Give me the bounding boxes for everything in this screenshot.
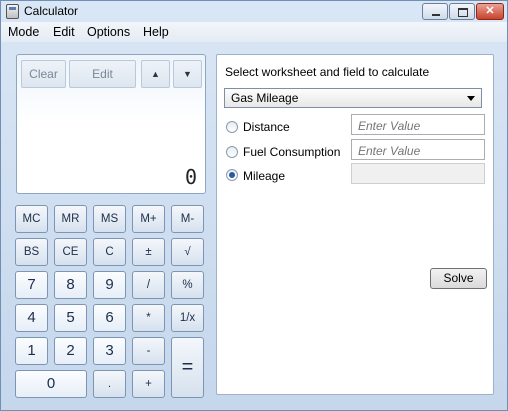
fuel-consumption-label: Fuel Consumption bbox=[243, 145, 341, 159]
title-bar[interactable]: Calculator ✕ bbox=[1, 1, 507, 22]
key-ms[interactable]: MS bbox=[93, 205, 126, 233]
menu-edit[interactable]: Edit bbox=[53, 25, 75, 39]
key-plus-minus[interactable]: ± bbox=[132, 238, 165, 266]
radio-fuel-consumption[interactable] bbox=[226, 146, 238, 158]
key-decimal[interactable]: . bbox=[93, 370, 126, 398]
display-value: 0 bbox=[184, 165, 197, 189]
key-reciprocal[interactable]: 1/x bbox=[171, 304, 204, 332]
maximize-icon bbox=[450, 4, 474, 19]
minimize-button[interactable] bbox=[422, 3, 448, 20]
key-multiply[interactable]: * bbox=[132, 304, 165, 332]
key-subtract[interactable]: - bbox=[132, 337, 165, 365]
solve-button[interactable]: Solve bbox=[430, 268, 487, 289]
key-4[interactable]: 4 bbox=[15, 304, 48, 332]
worksheet-select[interactable]: Gas Mileage bbox=[224, 88, 482, 108]
close-icon: ✕ bbox=[485, 5, 495, 17]
key-percent[interactable]: % bbox=[171, 271, 204, 299]
mileage-result-field bbox=[351, 163, 485, 184]
key-9[interactable]: 9 bbox=[93, 271, 126, 299]
key-2[interactable]: 2 bbox=[54, 337, 87, 365]
maximize-button[interactable] bbox=[449, 3, 475, 20]
calculator-app-icon bbox=[6, 4, 19, 19]
close-button[interactable]: ✕ bbox=[476, 3, 504, 20]
radio-distance[interactable] bbox=[226, 121, 238, 133]
key-backspace[interactable]: BS bbox=[15, 238, 48, 266]
dropdown-arrow-icon bbox=[467, 96, 475, 101]
key-add[interactable]: + bbox=[132, 370, 165, 398]
key-mc[interactable]: MC bbox=[15, 205, 48, 233]
key-3[interactable]: 3 bbox=[93, 337, 126, 365]
distance-input[interactable] bbox=[351, 114, 485, 135]
worksheet-selected-value: Gas Mileage bbox=[231, 91, 299, 105]
menu-mode[interactable]: Mode bbox=[8, 25, 39, 39]
key-divide[interactable]: / bbox=[132, 271, 165, 299]
key-6[interactable]: 6 bbox=[93, 304, 126, 332]
key-m-plus[interactable]: M+ bbox=[132, 205, 165, 233]
menu-options[interactable]: Options bbox=[87, 25, 130, 39]
calculator-panel: Clear Edit ▲ ▼ 0 MC MR MS M+ M- BS CE C … bbox=[7, 47, 207, 402]
history-down-button[interactable]: ▼ bbox=[173, 60, 202, 88]
key-8[interactable]: 8 bbox=[54, 271, 87, 299]
radio-mileage[interactable] bbox=[226, 169, 238, 181]
key-1[interactable]: 1 bbox=[15, 337, 48, 365]
calculator-window: Calculator ✕ Mode Edit Options Help Clea… bbox=[0, 0, 508, 411]
key-clear[interactable]: C bbox=[93, 238, 126, 266]
key-mr[interactable]: MR bbox=[54, 205, 87, 233]
minimize-icon bbox=[423, 4, 447, 19]
menu-bar: Mode Edit Options Help bbox=[1, 22, 507, 42]
key-equals[interactable]: = bbox=[171, 337, 204, 398]
key-7[interactable]: 7 bbox=[15, 271, 48, 299]
fuel-consumption-input[interactable] bbox=[351, 139, 485, 160]
worksheet-heading: Select worksheet and field to calculate bbox=[225, 65, 430, 79]
key-m-minus[interactable]: M- bbox=[171, 205, 204, 233]
worksheet-panel: Select worksheet and field to calculate … bbox=[216, 54, 494, 395]
arrow-up-icon: ▲ bbox=[151, 69, 160, 79]
calculator-display: Clear Edit ▲ ▼ 0 bbox=[16, 54, 206, 194]
key-5[interactable]: 5 bbox=[54, 304, 87, 332]
history-edit-button[interactable]: Edit bbox=[69, 60, 136, 88]
key-clear-entry[interactable]: CE bbox=[54, 238, 87, 266]
key-square-root[interactable]: √ bbox=[171, 238, 204, 266]
key-0[interactable]: 0 bbox=[15, 370, 87, 398]
history-up-button[interactable]: ▲ bbox=[141, 60, 170, 88]
window-title: Calculator bbox=[24, 4, 79, 18]
mileage-label: Mileage bbox=[243, 169, 286, 183]
distance-label: Distance bbox=[243, 120, 290, 134]
arrow-down-icon: ▼ bbox=[183, 69, 192, 79]
menu-help[interactable]: Help bbox=[143, 25, 169, 39]
history-clear-button[interactable]: Clear bbox=[21, 60, 66, 88]
